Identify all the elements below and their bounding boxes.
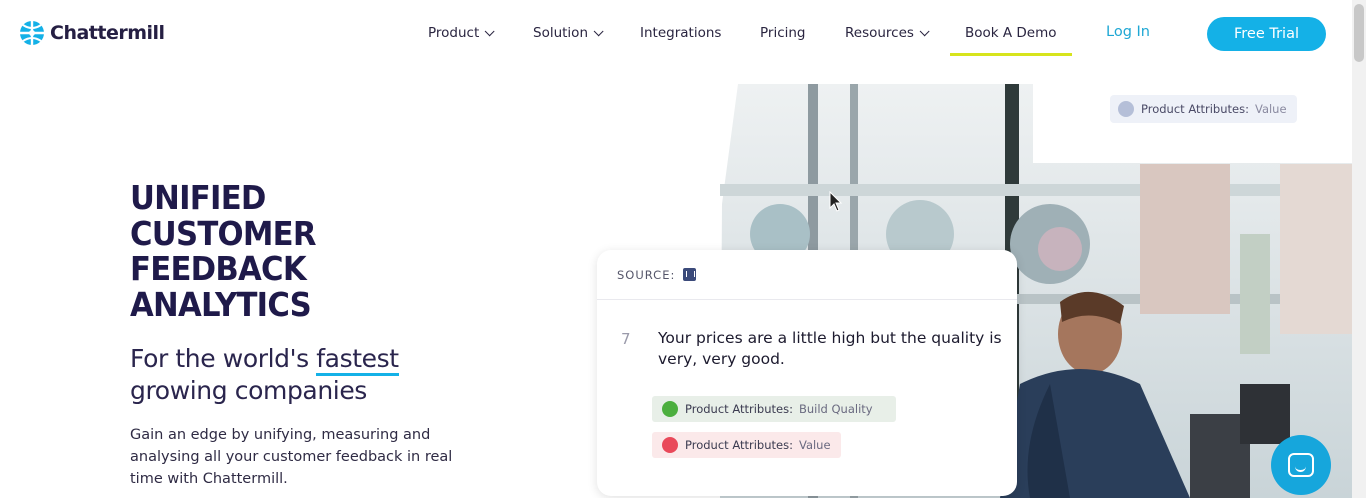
- top-navigation: Chattermill Product Solution Integration…: [0, 0, 1352, 66]
- nav-solution[interactable]: Solution: [533, 25, 604, 41]
- nav-pricing-label: Pricing: [760, 25, 806, 41]
- happy-face-icon: [662, 401, 678, 417]
- headline-line: CUSTOMER: [130, 213, 317, 253]
- chevron-down-icon: [484, 25, 495, 36]
- angry-face-icon: [662, 437, 678, 453]
- brand-name: Chattermill: [50, 22, 165, 44]
- chip-label: Product Attributes:: [685, 402, 793, 416]
- source-row: SOURCE:: [597, 250, 1017, 300]
- top-attribute-chip: Product Attributes: Value: [1110, 95, 1297, 123]
- chat-bubble-icon: [1288, 453, 1314, 477]
- chip-value: Value: [1254, 102, 1287, 116]
- free-trial-button[interactable]: Free Trial: [1207, 17, 1326, 51]
- nav-resources[interactable]: Resources: [845, 25, 930, 41]
- chip-value: Value: [798, 438, 831, 452]
- nav-book-demo[interactable]: Book A Demo: [950, 25, 1072, 56]
- mouse-cursor-icon: [829, 191, 843, 212]
- nav-pricing[interactable]: Pricing: [760, 25, 806, 41]
- hero-headline: UNIFIED CUSTOMER FEEDBACK ANALYTICS: [130, 180, 437, 322]
- feedback-quote: Your prices are a little high but the qu…: [658, 329, 1002, 368]
- feedback-card: SOURCE: 7 Your prices are a little high …: [597, 250, 1017, 496]
- headline-line: UNIFIED: [130, 178, 266, 217]
- hero-description: Gain an edge by unifying, measuring and …: [130, 427, 453, 487]
- rating-score: 7: [621, 330, 631, 348]
- positive-attribute-chip: Product Attributes: Build Quality: [652, 396, 896, 422]
- nav-integrations[interactable]: Integrations: [640, 25, 721, 41]
- free-trial-label: Free Trial: [1233, 26, 1299, 42]
- nav-product-label: Product: [428, 25, 480, 41]
- neutral-face-icon: [1118, 101, 1134, 117]
- chip-label: Product Attributes:: [1141, 102, 1249, 116]
- intercom-icon: [683, 268, 697, 281]
- nav-integrations-label: Integrations: [640, 25, 722, 41]
- chat-widget-button[interactable]: [1271, 435, 1331, 495]
- source-label: SOURCE:: [617, 267, 676, 282]
- headline-line: FEEDBACK: [130, 249, 307, 288]
- chattermill-globe-logo-icon: [20, 21, 44, 45]
- headline-line: ANALYTICS: [130, 284, 312, 324]
- login-label: Log In: [1106, 24, 1150, 40]
- chevron-down-icon: [919, 25, 930, 36]
- sub-highlight: fastest: [316, 344, 399, 376]
- nav-product[interactable]: Product: [428, 25, 495, 41]
- chip-value: Build Quality: [798, 402, 873, 416]
- chip-label: Product Attributes:: [685, 438, 793, 452]
- nav-book-demo-label: Book A Demo: [965, 25, 1057, 41]
- login-link[interactable]: Log In: [1106, 24, 1150, 40]
- sub-before: For the world's: [130, 344, 309, 373]
- brand-logo[interactable]: Chattermill: [18, 19, 165, 47]
- negative-attribute-chip: Product Attributes: Value: [652, 432, 841, 458]
- page-scrollbar[interactable]: [1352, 0, 1366, 498]
- sub-after: growing companies: [130, 376, 367, 405]
- nav-solution-label: Solution: [533, 25, 588, 41]
- hero-subheading: For the world's fastest growing companie…: [130, 343, 399, 407]
- nav-resources-label: Resources: [845, 25, 914, 41]
- chevron-down-icon: [593, 25, 604, 36]
- scrollbar-thumb[interactable]: [1354, 4, 1364, 62]
